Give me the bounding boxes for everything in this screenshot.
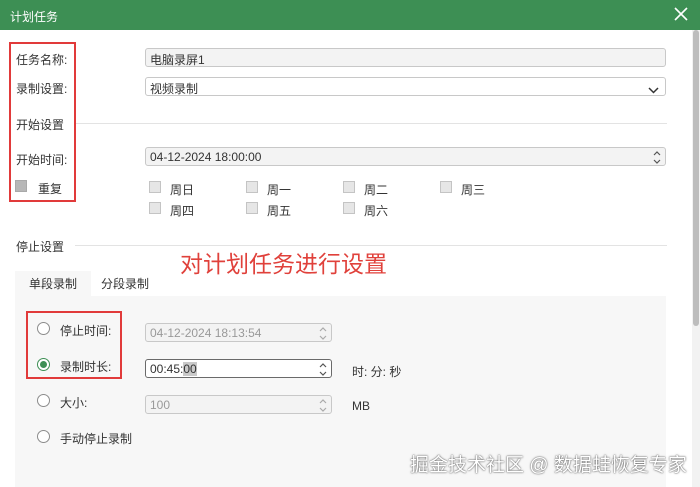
- day-label-sun: 周日: [170, 183, 195, 197]
- watermark: 掘金技术社区 @ 数据蛙恢复专家: [410, 455, 687, 476]
- duration-value: 00:45:: [150, 362, 184, 376]
- size-input[interactable]: 100: [145, 395, 332, 414]
- manual-stop-radio[interactable]: [37, 430, 50, 443]
- day-checkbox-sat[interactable]: [343, 202, 355, 214]
- day-label-fri: 周五: [267, 204, 292, 218]
- day-checkbox-thu[interactable]: [149, 202, 161, 214]
- day-label-mon: 周一: [267, 183, 292, 197]
- record-setting-select[interactable]: 视频录制: [145, 77, 666, 96]
- manual-stop-label: 手动停止录制: [60, 432, 133, 446]
- duration-selected-segment: 00: [183, 362, 197, 376]
- highlight-box-settings: [9, 42, 76, 202]
- size-unit: MB: [352, 399, 370, 413]
- day-checkbox-wed[interactable]: [440, 181, 452, 193]
- dialog-content: 任务名称: 电脑录屏1 录制设置: 视频录制 开始设置 开始时间: 04-12-…: [0, 30, 700, 487]
- stop-time-value: 04-12-2024 18:13:54: [150, 326, 262, 340]
- highlight-box-stop: [26, 311, 122, 379]
- close-icon[interactable]: [672, 5, 690, 23]
- scrollbar-thumb[interactable]: [693, 30, 699, 326]
- spin-arrows-icon[interactable]: [318, 396, 328, 415]
- tab-multi-segment[interactable]: 分段录制: [87, 271, 163, 297]
- window-title: 计划任务: [10, 10, 59, 24]
- day-checkbox-mon[interactable]: [246, 181, 258, 193]
- start-time-input[interactable]: 04-12-2024 18:00:00: [145, 147, 666, 166]
- day-label-thu: 周四: [170, 204, 195, 218]
- stop-time-input[interactable]: 04-12-2024 18:13:54: [145, 323, 332, 342]
- spin-arrows-icon[interactable]: [318, 360, 328, 379]
- spin-arrows-icon[interactable]: [318, 324, 328, 343]
- duration-units: 时: 分: 秒: [352, 365, 402, 379]
- annotation-text: 对计划任务进行设置: [180, 251, 387, 277]
- day-checkbox-sun[interactable]: [149, 181, 161, 193]
- day-checkbox-fri[interactable]: [246, 202, 258, 214]
- start-settings-divider: [75, 123, 667, 124]
- start-time-value: 04-12-2024 18:00:00: [150, 150, 262, 164]
- size-value: 100: [150, 398, 171, 412]
- day-checkbox-tue[interactable]: [343, 181, 355, 193]
- size-label: 大小:: [60, 396, 88, 410]
- task-name-input[interactable]: 电脑录屏1: [145, 48, 666, 67]
- vertical-scrollbar[interactable]: [692, 30, 700, 487]
- record-setting-value: 视频录制: [150, 82, 199, 96]
- stop-settings-heading: 停止设置: [16, 240, 65, 254]
- title-bar: 计划任务: [0, 0, 700, 30]
- size-radio[interactable]: [37, 394, 50, 407]
- day-label-wed: 周三: [461, 183, 486, 197]
- chevron-down-icon: [648, 83, 659, 97]
- task-name-value: 电脑录屏1: [150, 53, 205, 67]
- spin-arrows-icon[interactable]: [652, 148, 662, 167]
- day-label-sat: 周六: [364, 204, 389, 218]
- tab-single-segment[interactable]: 单段录制: [15, 271, 92, 297]
- duration-input[interactable]: 00:45:00: [145, 359, 332, 378]
- day-label-tue: 周二: [364, 183, 389, 197]
